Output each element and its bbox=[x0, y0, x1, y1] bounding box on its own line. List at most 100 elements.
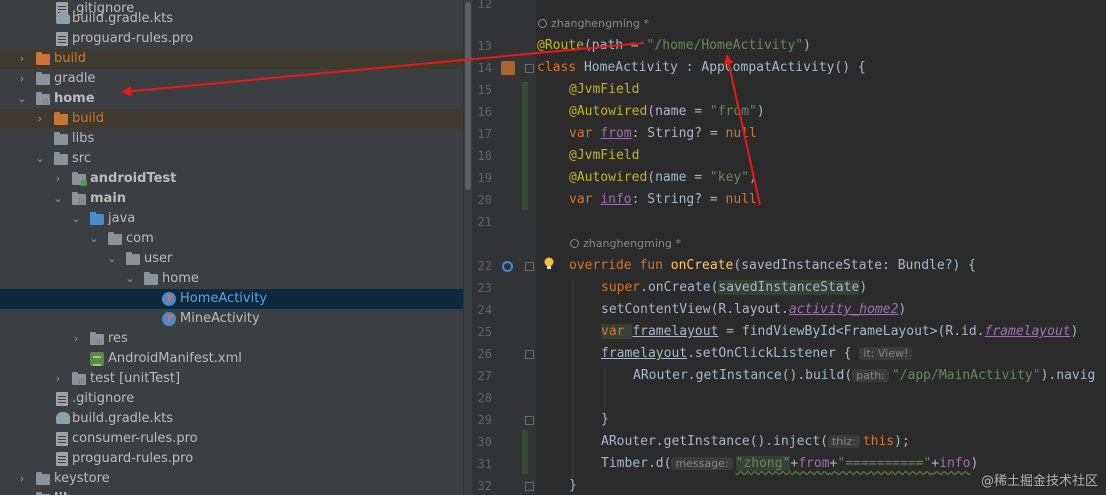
vcs-change-marker[interactable] bbox=[522, 82, 528, 210]
tree-item-gradle[interactable]: › gradle bbox=[0, 69, 463, 89]
indent-guide bbox=[572, 280, 573, 480]
test-folder-icon bbox=[72, 372, 88, 386]
chevron-down-icon[interactable]: ⌄ bbox=[124, 269, 136, 289]
code-line-29[interactable]: } bbox=[601, 409, 609, 431]
chevron-right-icon[interactable]: › bbox=[70, 329, 82, 349]
file-icon bbox=[56, 432, 72, 446]
source-folder-icon bbox=[72, 192, 88, 206]
code-line-31[interactable]: Timber.d(message: "zhong"+from+"=========… bbox=[601, 453, 978, 475]
folder-icon bbox=[36, 72, 52, 86]
tree-item-java[interactable]: ⌄ java bbox=[0, 209, 463, 229]
tree-item-home-package[interactable]: ⌄ home bbox=[0, 269, 463, 289]
tree-item-keystore[interactable]: › keystore bbox=[0, 469, 463, 489]
lightbulb-icon[interactable] bbox=[543, 257, 555, 271]
tree-item-test[interactable]: › test [unitTest] bbox=[0, 369, 463, 389]
chevron-down-icon[interactable]: ⌄ bbox=[52, 189, 64, 209]
code-line-20[interactable]: var info: String? = null bbox=[569, 189, 757, 211]
folder-icon bbox=[36, 472, 52, 486]
tree-item-mineactivity[interactable]: MineActivity bbox=[0, 309, 463, 329]
tree-item-home-module[interactable]: ⌄ home bbox=[0, 89, 463, 109]
chevron-right-icon[interactable]: › bbox=[52, 169, 64, 189]
line-number: 25 bbox=[477, 325, 492, 339]
person-icon bbox=[570, 239, 579, 248]
line-number: 20 bbox=[477, 193, 492, 207]
gradle-icon bbox=[56, 12, 72, 26]
chevron-down-icon[interactable]: ⌄ bbox=[16, 89, 28, 109]
code-editor[interactable]: 12 13 14 15 16 17 18 19 20 21 22 23 24 2… bbox=[472, 0, 1106, 495]
chevron-right-icon[interactable]: › bbox=[34, 109, 46, 129]
author-inlay[interactable]: zhanghengming * bbox=[570, 236, 681, 252]
tree-item-androidtest[interactable]: › androidTest bbox=[0, 169, 463, 189]
fold-icon[interactable] bbox=[525, 262, 534, 271]
tree-item-main[interactable]: ⌄ main bbox=[0, 189, 463, 209]
source-root-icon bbox=[90, 212, 106, 226]
chevron-down-icon[interactable]: ⌄ bbox=[70, 209, 82, 229]
author-inlay[interactable]: zhanghengming * bbox=[538, 16, 649, 32]
line-number: 21 bbox=[477, 215, 492, 229]
tree-item-lib[interactable]: › lib bbox=[0, 489, 463, 495]
file-icon bbox=[56, 32, 72, 46]
override-gutter-icon[interactable] bbox=[502, 261, 513, 272]
activity-gutter-icon[interactable] bbox=[501, 61, 515, 75]
code-line-19[interactable]: @Autowired(name = "key") bbox=[569, 167, 757, 189]
tree-item-build-gradle[interactable]: build.gradle.kts bbox=[0, 9, 463, 29]
tree-item-androidmanifest[interactable]: AndroidManifest.xml bbox=[0, 349, 463, 369]
line-number: 14 bbox=[477, 61, 492, 75]
code-line-27[interactable]: ARouter.getInstance().build(path: "/app/M… bbox=[633, 365, 1095, 387]
fold-icon[interactable] bbox=[525, 482, 534, 491]
code-line-23[interactable]: super.onCreate(savedInstanceState) bbox=[601, 277, 867, 299]
folder-icon bbox=[54, 112, 70, 126]
line-number: 18 bbox=[477, 149, 492, 163]
line-number: 23 bbox=[477, 281, 492, 295]
param-hint: path: bbox=[852, 369, 889, 382]
tree-item-libs[interactable]: libs bbox=[0, 129, 463, 149]
tree-item-com[interactable]: ⌄ com bbox=[0, 229, 463, 249]
code-line-26[interactable]: framelayout.setOnClickListener { it: Vie… bbox=[601, 343, 915, 365]
tree-item-build[interactable]: › build bbox=[0, 49, 463, 69]
tree-scrollbar-thumb[interactable] bbox=[465, 2, 471, 190]
folder-icon bbox=[36, 52, 52, 66]
tree-item-home-build-gradle[interactable]: build.gradle.kts bbox=[0, 409, 463, 429]
tree-item-consumer-rules[interactable]: consumer-rules.pro bbox=[0, 429, 463, 449]
chevron-down-icon[interactable]: ⌄ bbox=[88, 229, 100, 249]
tree-item-home-proguard-rules[interactable]: proguard-rules.pro bbox=[0, 449, 463, 469]
code-line-30[interactable]: ARouter.getInstance().inject(thiz: this); bbox=[601, 431, 910, 453]
code-line-25[interactable]: var framelayout = findViewById<FrameLayo… bbox=[601, 321, 1078, 343]
tree-item-src[interactable]: ⌄ src bbox=[0, 149, 463, 169]
chevron-down-icon[interactable]: ⌄ bbox=[106, 249, 118, 269]
tree-item-proguard-rules[interactable]: proguard-rules.pro bbox=[0, 29, 463, 49]
line-number: 30 bbox=[477, 435, 492, 449]
tree-item-res[interactable]: › res bbox=[0, 329, 463, 349]
tree-item-home-gitignore[interactable]: .gitignore bbox=[0, 389, 463, 409]
tree-item-user[interactable]: ⌄ user bbox=[0, 249, 463, 269]
code-line-16[interactable]: @Autowired(name = "from") bbox=[569, 101, 765, 123]
code-line-14[interactable]: class HomeActivity : AppCompatActivity()… bbox=[537, 57, 866, 79]
chevron-right-icon[interactable]: › bbox=[16, 69, 28, 89]
line-number: 12 bbox=[477, 0, 492, 11]
file-icon bbox=[56, 452, 72, 466]
code-line-24[interactable]: setContentView(R.layout.activity_home2) bbox=[601, 299, 906, 321]
code-line-18[interactable]: @JvmField bbox=[569, 145, 639, 167]
fold-icon[interactable] bbox=[525, 350, 534, 359]
fold-icon[interactable] bbox=[525, 416, 534, 425]
tree-scrollbar[interactable] bbox=[463, 0, 472, 495]
chevron-right-icon[interactable]: › bbox=[16, 489, 28, 495]
fold-icon[interactable] bbox=[525, 64, 534, 73]
code-line-17[interactable]: var from: String? = null bbox=[569, 123, 757, 145]
project-tree: .gitignore build.gradle.kts proguard-rul… bbox=[0, 0, 463, 495]
code-line-22[interactable]: override fun onCreate(savedInstanceState… bbox=[569, 255, 976, 277]
code-line-13[interactable]: @Route(path = "/home/HomeActivity") bbox=[537, 35, 811, 57]
code-line-15[interactable]: @JvmField bbox=[569, 79, 639, 101]
watermark: @稀土掘金技术社区 bbox=[980, 474, 1098, 489]
tree-item-homeactivity[interactable]: HomeActivity bbox=[0, 289, 463, 309]
tree-item-home-build[interactable]: › build bbox=[0, 109, 463, 129]
line-number: 32 bbox=[477, 479, 492, 493]
line-number: 19 bbox=[477, 171, 492, 185]
chevron-right-icon[interactable]: › bbox=[16, 469, 28, 489]
vcs-change-marker[interactable] bbox=[522, 430, 528, 474]
chevron-right-icon[interactable]: › bbox=[52, 369, 64, 389]
chevron-down-icon[interactable]: ⌄ bbox=[34, 149, 46, 169]
code-line-32[interactable]: } bbox=[569, 475, 577, 495]
chevron-right-icon[interactable]: › bbox=[16, 49, 28, 69]
folder-icon bbox=[54, 152, 70, 166]
